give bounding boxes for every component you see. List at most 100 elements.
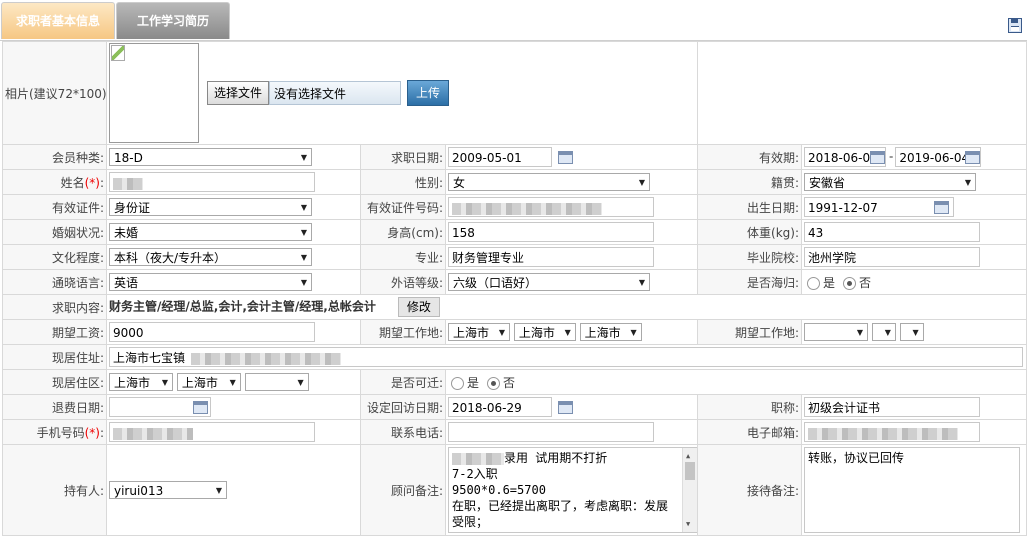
valid-separator: -	[889, 149, 894, 164]
id-type-label: 有效证件:	[2, 194, 107, 220]
major-input[interactable]: 财务管理专业	[448, 247, 654, 267]
birth-date-input[interactable]: 1991-12-07	[804, 197, 955, 217]
relocate-yes-radio[interactable]	[451, 376, 464, 390]
email-input[interactable]	[804, 422, 981, 442]
expected-place2-select-2[interactable]	[871, 323, 896, 342]
mobile-label: 手机号码	[36, 425, 85, 440]
expected-place-select-1[interactable]: 上海市	[448, 323, 510, 342]
advisor-note-textarea[interactable]: 录用 试用期不打折 7-2入职 9500*0.6=5700 在职，已经提出离职了…	[448, 447, 697, 533]
calendar-icon[interactable]	[193, 400, 208, 414]
advisor-note-line: 录用 试用期不打折	[504, 451, 608, 465]
residence-select-2[interactable]: 上海市	[176, 373, 241, 392]
foreign-level-select[interactable]: 六级（口语好）	[448, 273, 650, 292]
advisor-note-label: 顾问备注:	[360, 444, 446, 536]
calendar-icon[interactable]	[558, 150, 573, 164]
school-input[interactable]: 池州学院	[804, 247, 981, 267]
birth-date-label: 出生日期:	[697, 194, 803, 220]
id-number-input[interactable]	[448, 197, 654, 217]
advisor-note-line: 在职，已经提出离职了，考虑离职：发展受限；	[452, 499, 669, 529]
calendar-icon[interactable]	[558, 400, 573, 414]
expected-place2-select-1[interactable]	[804, 323, 869, 342]
reception-note-text: 转账，协议已回传	[808, 451, 905, 465]
relocate-no-label: 否	[503, 375, 516, 390]
residence-select-3[interactable]	[244, 373, 309, 392]
calendar-icon[interactable]	[870, 150, 886, 164]
returnee-no-radio[interactable]	[843, 276, 857, 290]
tab-bar: 求职者基本信息 工作学习简历	[0, 0, 1027, 41]
phone-input[interactable]	[448, 422, 654, 442]
marital-select[interactable]: 未婚	[109, 223, 312, 242]
expected-salary-input[interactable]: 9000	[109, 322, 315, 342]
weight-label: 体重(kg):	[697, 219, 803, 245]
id-number-label: 有效证件号码:	[360, 194, 446, 220]
id-type-select[interactable]: 身份证	[109, 198, 312, 217]
applicant-form: 相片(建议72*100): 选择文件 没有选择文件 上传 会员种类: 18-D …	[2, 41, 1027, 536]
photo-preview	[109, 43, 199, 143]
mobile-input[interactable]	[109, 422, 315, 442]
address-text: 上海市七宝镇	[113, 351, 186, 365]
required-star: (*)	[84, 175, 100, 190]
relocate-yes-label: 是	[467, 375, 480, 390]
address-input[interactable]: 上海市七宝镇	[109, 347, 1023, 367]
advisor-note-line: 9500*0.6=5700	[452, 483, 546, 497]
job-date-input[interactable]: 2009-05-01	[448, 147, 552, 167]
expected-salary-label: 期望工资:	[2, 319, 107, 345]
residence-select-1[interactable]: 上海市	[109, 373, 173, 392]
residence-area-label: 现居住区:	[2, 369, 107, 395]
relocate-no-radio[interactable]	[487, 376, 501, 390]
tab-resume[interactable]: 工作学习简历	[116, 2, 230, 39]
height-input[interactable]: 158	[448, 222, 654, 242]
valid-label: 有效期:	[697, 144, 803, 170]
modify-button[interactable]: 修改	[397, 297, 440, 317]
member-type-label: 会员种类:	[2, 144, 107, 170]
weight-input[interactable]: 43	[804, 222, 981, 242]
height-label: 身高(cm):	[360, 219, 446, 245]
education-label: 文化程度:	[2, 244, 107, 270]
native-place-select[interactable]: 安徽省	[804, 173, 977, 192]
job-title-label: 职称:	[697, 394, 803, 420]
refund-date-label: 退费日期:	[2, 394, 107, 420]
upload-button[interactable]: 上传	[407, 80, 450, 106]
foreign-level-label: 外语等级:	[360, 269, 446, 295]
visit-date-label: 设定回访日期:	[360, 394, 446, 420]
member-type-select[interactable]: 18-D	[109, 148, 312, 167]
mobile-colon: :	[99, 425, 104, 440]
expected-place-select-3[interactable]: 上海市	[579, 323, 642, 342]
scrollbar[interactable]	[682, 448, 697, 532]
expected-place-label-2: 期望工作地:	[697, 319, 803, 345]
language-label: 通晓语言:	[2, 269, 107, 295]
address-label: 现居住址:	[2, 344, 107, 370]
returnee-label: 是否海归:	[697, 269, 803, 295]
phone-label: 联系电话:	[360, 419, 446, 445]
returnee-no-label: 否	[859, 275, 872, 290]
education-select[interactable]: 本科（夜大/专升本）	[109, 248, 312, 267]
reception-note-label: 接待备注:	[697, 444, 803, 536]
job-date-label: 求职日期:	[360, 144, 446, 170]
reception-note-textarea[interactable]: 转账，协议已回传	[804, 447, 1021, 533]
choose-file-button[interactable]: 选择文件	[207, 81, 270, 105]
calendar-icon[interactable]	[965, 150, 981, 164]
photo-label: 相片(建议72*100):	[2, 41, 107, 145]
language-select[interactable]: 英语	[109, 273, 312, 292]
holder-label: 持有人:	[2, 444, 107, 536]
save-icon[interactable]	[1008, 18, 1022, 33]
expected-place-select-2[interactable]: 上海市	[513, 323, 576, 342]
photo-empty-cell	[697, 41, 1027, 145]
expected-place2-select-3[interactable]	[899, 323, 924, 342]
gender-select[interactable]: 女	[448, 173, 650, 192]
tab-basic-info[interactable]: 求职者基本信息	[1, 2, 115, 39]
gender-label: 性别:	[360, 169, 446, 195]
job-title-input[interactable]: 初级会计证书	[804, 397, 981, 417]
name-input[interactable]	[109, 172, 315, 192]
expected-place-label: 期望工作地:	[360, 319, 446, 345]
visit-date-input[interactable]: 2018-06-29	[448, 397, 552, 417]
native-place-label: 籍贯:	[697, 169, 803, 195]
holder-select[interactable]: yirui013	[109, 481, 227, 500]
email-label: 电子邮箱:	[697, 419, 803, 445]
calendar-icon[interactable]	[934, 200, 950, 214]
school-label: 毕业院校:	[697, 244, 803, 270]
no-file-label: 没有选择文件	[269, 81, 402, 105]
advisor-note-line: 7-2入职	[452, 467, 498, 481]
relocate-label: 是否可迁:	[360, 369, 446, 395]
returnee-yes-radio[interactable]	[807, 276, 821, 290]
